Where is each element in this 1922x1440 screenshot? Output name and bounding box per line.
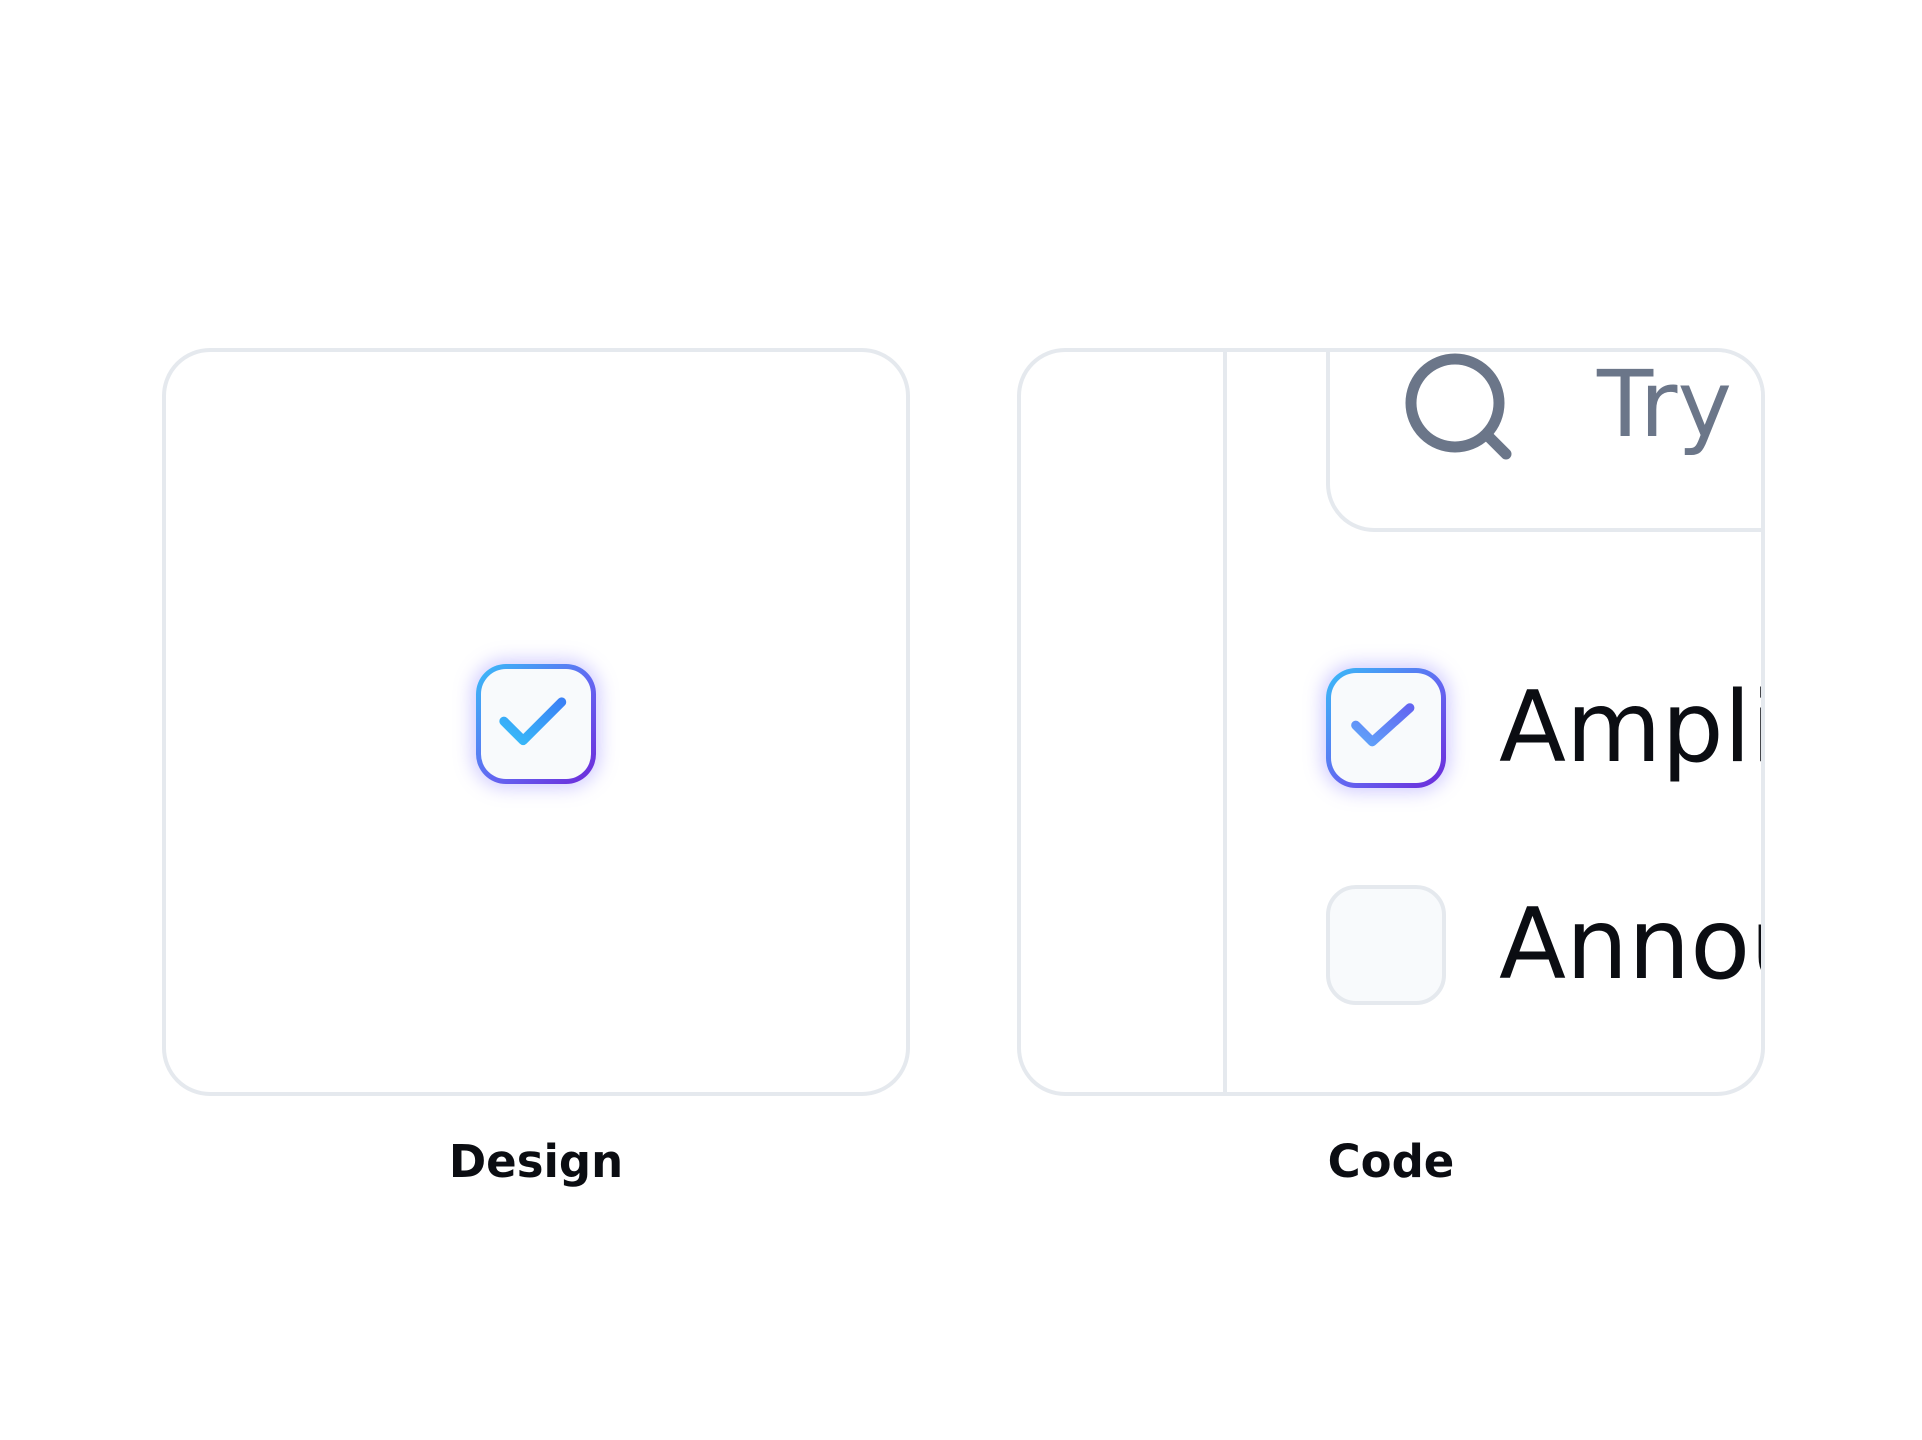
option-checkbox-checked[interactable]	[1326, 668, 1446, 788]
design-checkbox[interactable]	[476, 664, 596, 784]
checkmark-icon	[499, 697, 567, 746]
search-icon	[1405, 353, 1512, 460]
code-caption: Code	[1327, 1135, 1455, 1188]
design-preview-panel	[162, 348, 910, 1096]
option-label: Annou	[1499, 888, 1761, 1002]
code-preview-panel: Try Amplif Annou	[1017, 348, 1765, 1096]
option-checkbox-unchecked[interactable]	[1326, 885, 1446, 1005]
option-label: Amplif	[1499, 671, 1761, 785]
design-caption: Design	[448, 1135, 624, 1188]
checkmark-icon	[1351, 703, 1415, 747]
search-placeholder: Try	[1597, 351, 1732, 458]
sidebar-divider	[1223, 352, 1227, 1092]
